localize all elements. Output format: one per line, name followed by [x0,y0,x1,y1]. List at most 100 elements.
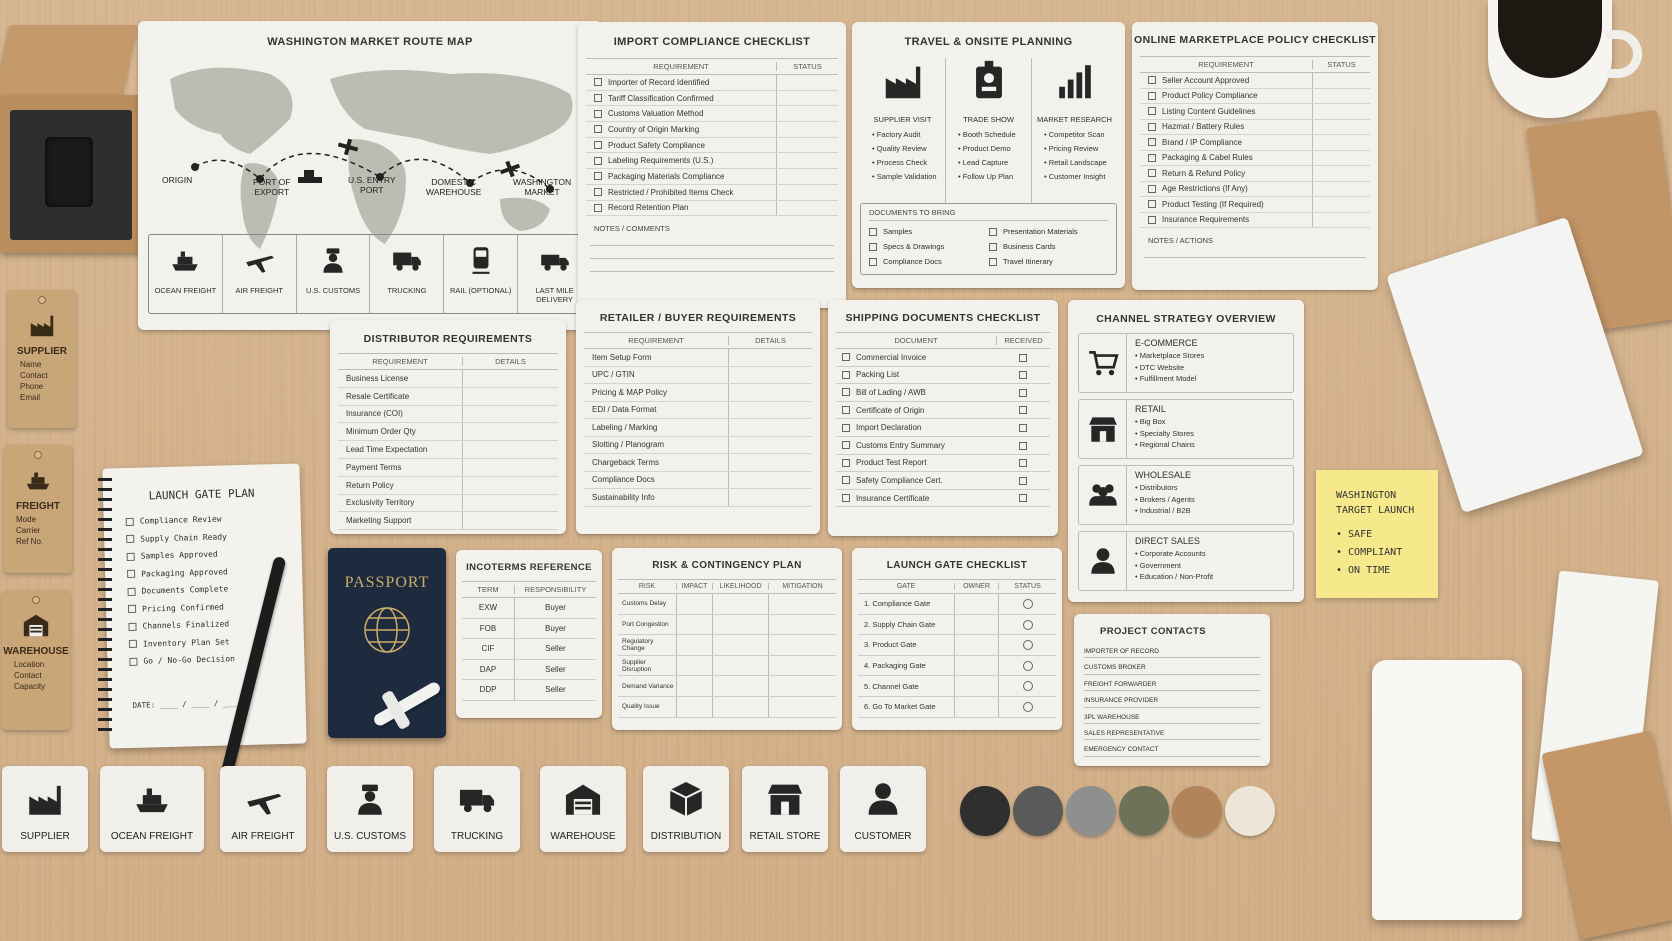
launch-gate-row: 2. Supply Chain Gate [858,614,1056,636]
checkbox[interactable] [1148,91,1156,100]
checkbox[interactable] [129,657,138,666]
received-checkbox[interactable] [1019,459,1027,468]
checkbox[interactable] [1148,215,1156,224]
status-radio[interactable] [1022,681,1033,692]
launch-gate-row: 1. Compliance Gate [858,594,1056,615]
delivery-van-icon [540,254,569,271]
checklist-label: Packaging & Cabel Rules [1162,153,1253,163]
checklist-row: Sustainability Info [584,489,812,507]
checkbox[interactable] [1148,76,1156,85]
launch-column-header: GATE [896,583,916,590]
checkbox[interactable] [989,242,997,251]
launch-column-header: STATUS [998,583,1056,590]
checkbox[interactable] [127,605,137,614]
status-radio[interactable] [1022,619,1033,630]
checkbox[interactable] [989,257,997,266]
checkbox[interactable] [594,172,602,181]
checkbox[interactable] [989,227,997,236]
checkbox[interactable] [842,458,850,467]
shipping-doc-row: Safety Compliance Cert. [836,472,1050,490]
status-radio[interactable] [1022,640,1033,651]
cart-icon [1088,351,1119,376]
checkbox[interactable] [1148,169,1156,178]
checkbox[interactable] [842,494,850,503]
checkbox[interactable] [842,423,850,432]
checklist-label: Tariff Classification Confirmed [608,93,714,103]
checkbox[interactable] [869,242,877,251]
checkbox[interactable] [128,640,138,649]
checkbox[interactable] [1148,200,1156,209]
contact-row: EMERGENCY CONTACT [1084,740,1260,757]
checkbox[interactable] [126,535,135,544]
checkbox[interactable] [594,156,602,165]
checkbox[interactable] [1148,138,1156,147]
received-checkbox[interactable] [1019,476,1027,485]
checkbox[interactable] [842,441,850,450]
checkbox[interactable] [1148,184,1156,193]
col-term: TERM [477,585,499,594]
received-checkbox[interactable] [1019,424,1027,433]
received-checkbox[interactable] [1019,494,1027,503]
checkbox[interactable] [594,141,602,150]
travel-column: MARKET RESEARCH • Competitor Scan • Pricin… [1031,58,1117,203]
checkbox[interactable] [1148,107,1156,116]
received-checkbox[interactable] [1019,388,1027,397]
checkbox[interactable] [842,406,850,415]
risk-row: Quality Issue [618,696,836,718]
col-requirement: REQUIREMENT [372,357,428,366]
checkbox[interactable] [594,78,602,87]
color-swatch [960,786,1010,836]
received-checkbox[interactable] [1019,371,1027,380]
document-label: Samples [883,227,913,236]
received-checkbox[interactable] [1019,441,1027,450]
checklist-row: Product Testing (If Required) [1140,197,1370,213]
route-stops: ORIGIN PORT OF EXPORT U.S. ENTRY PORT DOMES… [138,171,602,211]
checkbox[interactable] [594,94,602,103]
received-checkbox[interactable] [1019,353,1027,362]
status-radio[interactable] [1022,660,1033,671]
checkbox[interactable] [842,353,850,362]
checkbox[interactable] [127,587,136,596]
checkbox[interactable] [842,370,850,379]
shipping-doc-label: Safety Compliance Cert. [856,475,943,485]
route-stop-label: U.S. ENTRY PORT [348,175,396,195]
person-icon [868,783,898,815]
checkbox[interactable] [842,388,850,397]
status-radio[interactable] [1022,599,1033,609]
received-checkbox[interactable] [1019,406,1027,415]
checkbox[interactable] [594,188,602,197]
checkbox[interactable] [869,227,877,236]
checkbox[interactable] [1148,122,1156,131]
status-radio[interactable] [1022,701,1033,712]
checkbox[interactable] [127,570,136,579]
checklist-row: Lead Time Expectation [338,441,558,459]
travel-column-heading: MARKET RESEARCH [1037,115,1112,124]
checkbox[interactable] [126,552,135,561]
notebook-item-label: Samples Approved [140,549,218,561]
checkbox[interactable] [1148,153,1156,162]
checkbox[interactable] [594,109,602,118]
shipping-doc-row: Packing List [836,367,1050,385]
checkbox[interactable] [594,125,602,134]
tile-label: WAREHOUSE [550,831,616,842]
checklist-row: EDI / Data Format [584,401,812,419]
checkbox[interactable] [594,203,602,212]
launch-header: GATE OWNER STATUS [858,579,1056,594]
channel-block: WHOLESALE • Distributors • Brokers / Agent… [1078,465,1294,525]
col-received: RECEIVED [996,336,1050,345]
checkbox[interactable] [125,517,134,526]
tile-label: RETAIL STORE [749,831,821,842]
notebook-item-label: Inventory Plan Set [142,637,230,649]
marketplace-title: ONLINE MARKETPLACE POLICY CHECKLIST [1134,34,1376,46]
checkbox[interactable] [128,622,137,631]
checklist-row: Resale Certificate [338,387,558,406]
risk-column-header: RISK [638,583,656,590]
checkbox[interactable] [842,476,850,485]
document-label: Presentation Materials [1003,227,1078,236]
travel-column-heading: TRADE SHOW [963,115,1014,124]
sticky-item: • SAFE [1336,529,1373,540]
risk-label: Quality Issue [622,703,660,711]
checklist-label: Product Safety Compliance [608,140,705,150]
checkbox[interactable] [869,257,877,266]
checklist-row: Insurance (COI) [338,405,558,424]
